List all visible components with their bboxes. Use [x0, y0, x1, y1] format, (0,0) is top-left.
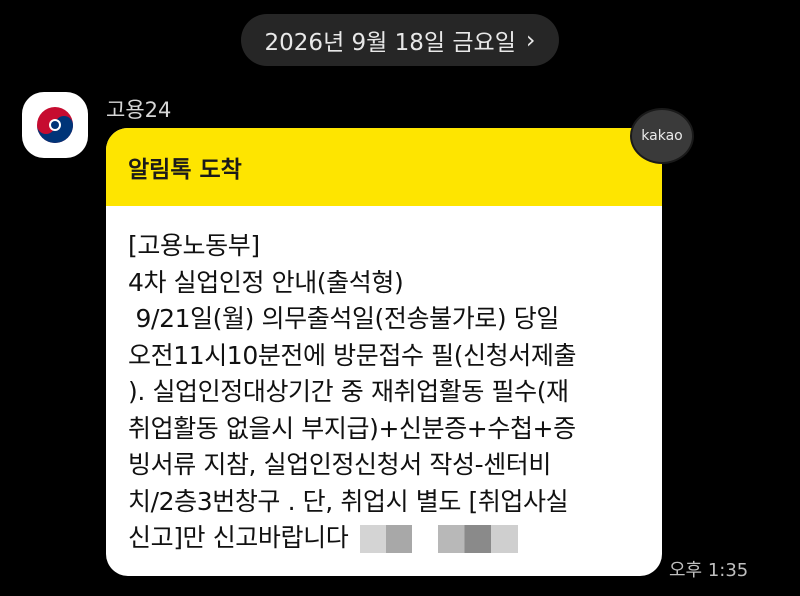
message-header: 알림톡 도착 [106, 128, 662, 206]
redacted-block [359, 525, 412, 553]
message-line: [고용노동부] [128, 231, 260, 260]
sender-avatar[interactable] [22, 92, 88, 158]
redacted-block [437, 525, 518, 553]
message-line: 취업활동 없을시 부지급)+신분증+수첩+증 [128, 413, 576, 443]
chevron-right-icon: › [525, 26, 536, 54]
message-line: 신고]만 신고바랍니다 [128, 523, 349, 552]
message-line: 빙서류 지참, 실업인정신청서 작성-센터비 [128, 450, 552, 479]
message-line: 치/2층3번창구 . 단, 취업시 별도 [취업사실 [128, 486, 569, 516]
sender-name: 고용24 [106, 98, 172, 122]
kakao-badge: kakao [630, 108, 694, 164]
message-body: [고용노동부] 4차 실업인정 안내(출석형) 9/21일(월) 의무출석일(전… [106, 206, 662, 557]
korea-government-emblem-icon [37, 107, 73, 143]
message-line: 9/21일(월) 의무출석일(전송불가로) 당일 [128, 304, 560, 333]
message-line: 4차 실업인정 안내(출석형) [128, 267, 404, 297]
message-time: 오후 1:35 [669, 560, 749, 581]
message-line: ). 실업인정대상기간 중 재취업활동 필수(재 [128, 377, 569, 406]
date-header-pill[interactable]: 2026년 9월 18일 금요일 › [241, 14, 559, 66]
message-bubble[interactable]: 알림톡 도착 [고용노동부] 4차 실업인정 안내(출석형) 9/21일(월) … [106, 128, 662, 576]
date-header-label: 2026년 9월 18일 금요일 [264, 30, 516, 56]
message-line: 오전11시10분전에 방문접수 필(신청서제출 [128, 340, 577, 370]
